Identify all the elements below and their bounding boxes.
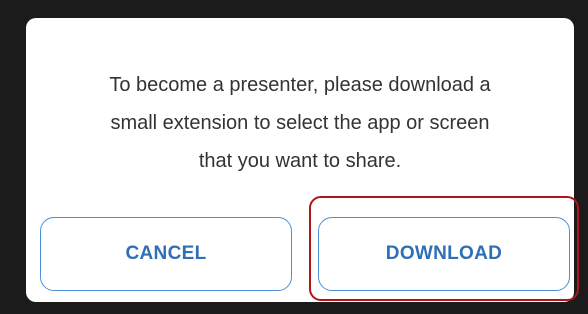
cancel-button[interactable]: CANCEL [40, 217, 292, 291]
presenter-extension-dialog: To become a presenter, please download a… [26, 18, 574, 302]
dialog-message-line-2: small extension to select the app or scr… [110, 112, 490, 134]
dialog-message-line-3: that you want to share. [198, 150, 402, 172]
dialog-message-line-1: To become a presenter, please download a [109, 74, 491, 96]
dialog-message: To become a presenter, please download a… [26, 66, 574, 180]
download-button[interactable]: DOWNLOAD [318, 217, 570, 291]
